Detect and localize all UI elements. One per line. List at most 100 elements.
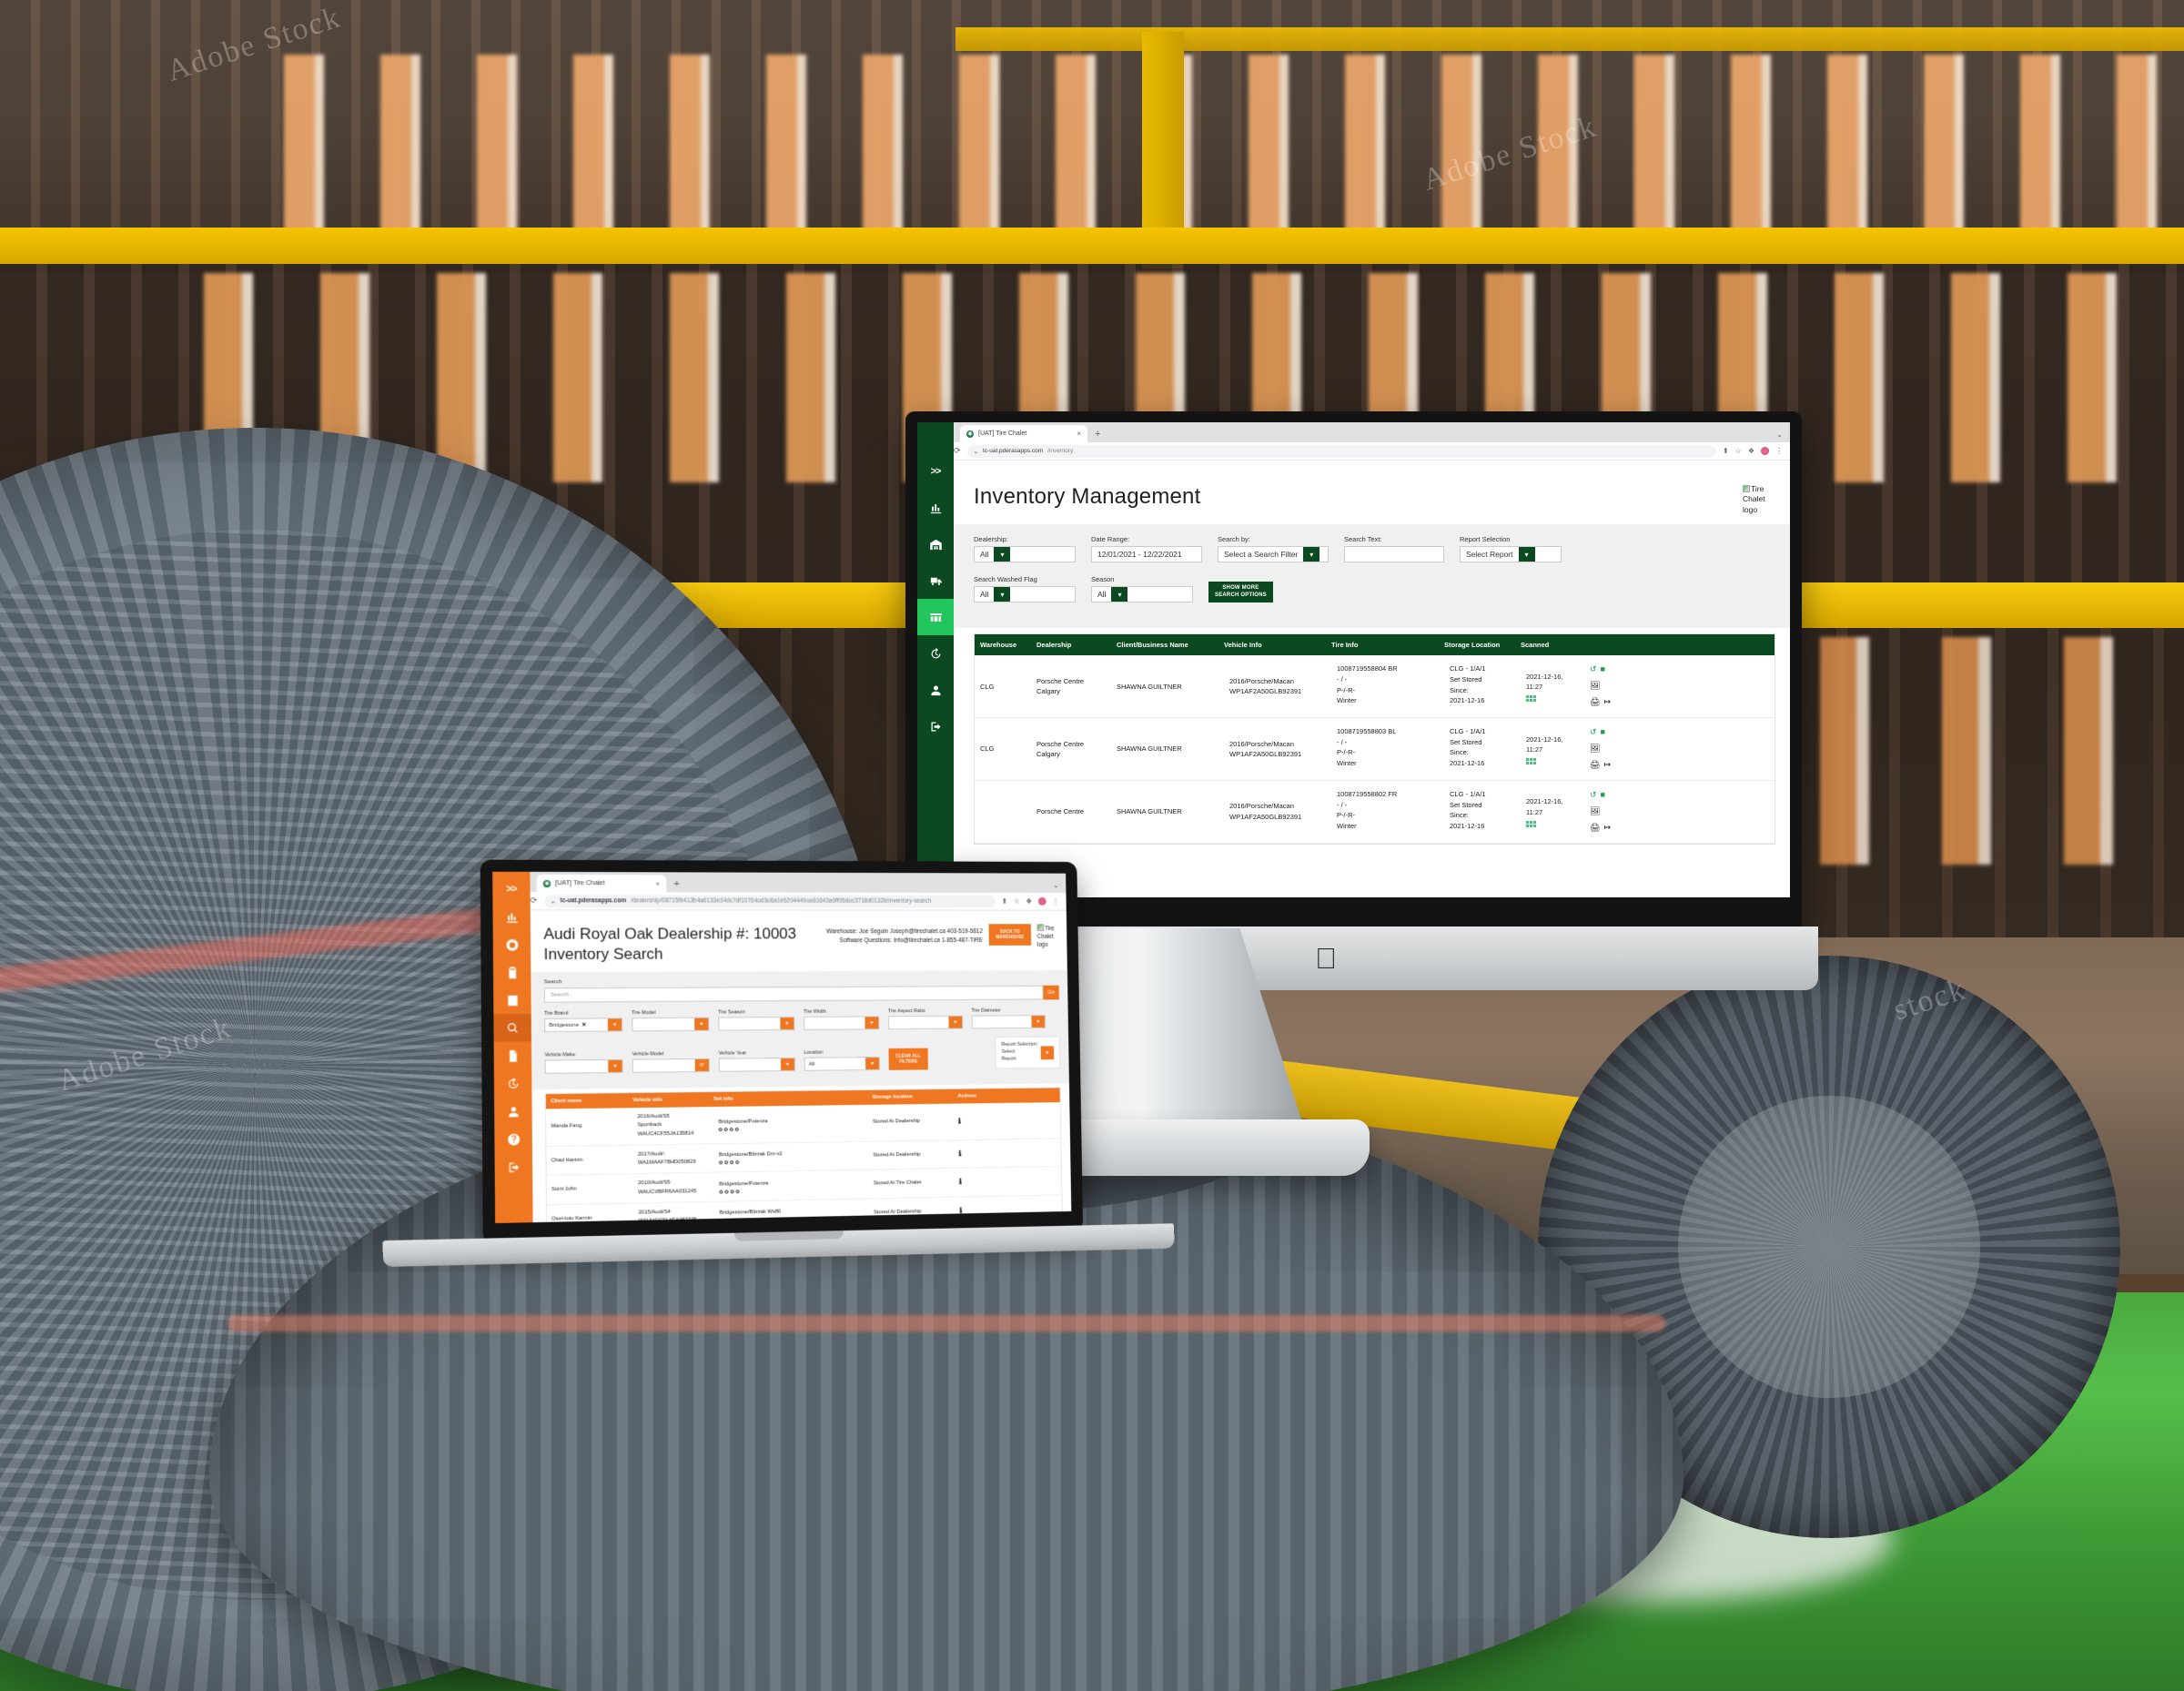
url-input[interactable]: ⌄ tc-uat.pderasapps.com/dealership/08715…: [544, 895, 996, 907]
note-icon[interactable]: ■: [1601, 726, 1605, 739]
sidebar-item-history[interactable]: [917, 635, 954, 672]
chevron-down-icon[interactable]: ▾: [780, 1018, 794, 1029]
print-icon[interactable]: 🖨: [1590, 822, 1600, 835]
chevron-down-icon[interactable]: ▾: [948, 1017, 962, 1028]
sidebar-item-logout[interactable]: [917, 708, 954, 744]
extensions-icon[interactable]: ❖: [1026, 897, 1032, 906]
browser-menu-icon[interactable]: ⋮: [1775, 447, 1783, 455]
info-icon[interactable]: ℹ: [958, 1149, 961, 1158]
chevron-down-icon[interactable]: ▾: [1303, 547, 1320, 562]
sidebar-item-garage[interactable]: [917, 526, 954, 562]
search-text-input[interactable]: [1344, 546, 1444, 562]
sidebar-item-tire[interactable]: [493, 931, 531, 959]
reload-icon[interactable]: ⟳: [531, 896, 538, 906]
avatar[interactable]: [1038, 897, 1046, 906]
browser-menu-icon[interactable]: ⋮: [1052, 897, 1059, 906]
info-icon[interactable]: ℹ: [959, 1206, 962, 1214]
share-icon[interactable]: ⬆: [1001, 897, 1007, 906]
browser-tab[interactable]: ◉ [UAT] Tire Chalet ×: [960, 425, 1087, 442]
history-icon[interactable]: ↺: [1590, 663, 1597, 676]
checkout-icon[interactable]: ↦: [1603, 696, 1611, 709]
info-icon[interactable]: ℹ: [958, 1117, 961, 1125]
sidebar-item-document[interactable]: [494, 1041, 532, 1069]
chevron-down-icon[interactable]: ▾: [1519, 547, 1535, 562]
chevron-down-icon[interactable]: ▾: [994, 587, 1010, 602]
sidebar-item-truck[interactable]: [917, 562, 954, 599]
chevron-down-icon[interactable]: ▾: [608, 1060, 622, 1072]
table-row[interactable]: Porsche Centre SHAWNA GUILTNER 2016/Pors…: [975, 781, 1774, 844]
location-select[interactable]: All ▾: [804, 1057, 880, 1071]
tire-model-select[interactable]: ▾: [632, 1018, 709, 1032]
sidebar-item-history[interactable]: [494, 1069, 532, 1098]
sidebar-item-expand[interactable]: >>: [917, 453, 954, 490]
sidebar-item-dashboard[interactable]: [492, 903, 531, 930]
date-range-input[interactable]: 12/01/2021 - 12/22/2021: [1091, 546, 1202, 562]
url-input[interactable]: ⌄ tc-uat.pderasapps.com/inventory: [967, 445, 1716, 458]
chevron-down-icon[interactable]: ▾: [781, 1058, 794, 1070]
close-tab-button[interactable]: ×: [1077, 430, 1081, 438]
sidebar-item-clipboard[interactable]: [493, 958, 531, 987]
back-to-warehouse-button[interactable]: BACK TO WAREHOUSE: [989, 924, 1032, 946]
history-icon[interactable]: ↺: [1590, 789, 1597, 802]
sidebar-item-user[interactable]: [917, 672, 954, 708]
tire-season-select[interactable]: ▾: [718, 1017, 794, 1031]
sidebar-item-inventory[interactable]: [917, 599, 954, 635]
dealership-select[interactable]: All ▾: [974, 546, 1076, 562]
note-icon[interactable]: ■: [1601, 789, 1605, 802]
note-icon[interactable]: ■: [1601, 663, 1605, 676]
browser-tab[interactable]: ◉ [UAT] Tire Chalet ×: [537, 875, 667, 892]
tab-list-caret-icon[interactable]: ⌄: [1769, 430, 1790, 442]
new-tab-button[interactable]: +: [666, 878, 687, 892]
table-row[interactable]: CLG Porsche Centre Calgary SHAWNA GUILTN…: [975, 718, 1774, 781]
image-icon[interactable]: 🖼: [1590, 805, 1600, 818]
washed-flag-select[interactable]: All ▾: [974, 586, 1076, 602]
new-tab-button[interactable]: +: [1087, 429, 1107, 442]
search-by-select[interactable]: Select a Search Filter ▾: [1218, 546, 1329, 562]
show-more-search-options-button[interactable]: SHOW MORE SEARCH OPTIONS: [1208, 582, 1273, 602]
vehicle-year-select[interactable]: ▾: [719, 1058, 795, 1072]
sidebar-item-logout[interactable]: [495, 1153, 533, 1181]
image-icon[interactable]: 🖼: [1590, 743, 1600, 755]
tire-diameter-select[interactable]: ▾: [972, 1015, 1046, 1028]
bookmark-star-icon[interactable]: ☆: [1014, 897, 1020, 906]
sidebar-item-tasks[interactable]: [493, 986, 531, 1014]
vehicle-make-select[interactable]: ▾: [545, 1059, 623, 1074]
tire-width-select[interactable]: ▾: [804, 1017, 879, 1031]
clear-all-filters-button[interactable]: CLEAR ALL FILTERS: [888, 1048, 927, 1070]
tire-aspect-ratio-select[interactable]: ▾: [888, 1016, 963, 1029]
season-select[interactable]: All ▾: [1091, 586, 1193, 602]
chevron-down-icon[interactable]: ▾: [864, 1018, 878, 1029]
report-selection-card[interactable]: Report Selection Select Report ▾: [996, 1037, 1061, 1069]
sidebar-item-expand[interactable]: >>: [492, 876, 530, 903]
close-tab-button[interactable]: ×: [655, 879, 660, 887]
info-icon[interactable]: ℹ: [959, 1178, 962, 1186]
share-icon[interactable]: ⬆: [1723, 447, 1729, 455]
checkout-icon[interactable]: ↦: [1603, 759, 1611, 772]
chevron-down-icon[interactable]: ▾: [1111, 587, 1127, 602]
extensions-icon[interactable]: ❖: [1748, 447, 1754, 455]
chevron-down-icon[interactable]: ▾: [865, 1058, 879, 1069]
tire-brand-select[interactable]: Bridgestone ✕ ▾: [544, 1018, 622, 1032]
sidebar-item-search[interactable]: [493, 1014, 531, 1042]
bookmark-star-icon[interactable]: ☆: [1735, 447, 1742, 455]
print-icon[interactable]: 🖨: [1590, 696, 1600, 709]
clear-icon[interactable]: ✕: [581, 1022, 586, 1028]
chevron-down-icon[interactable]: ▾: [1031, 1016, 1045, 1028]
reload-icon[interactable]: ⟳: [954, 446, 961, 456]
image-icon[interactable]: 🖼: [1590, 680, 1600, 693]
chevron-down-icon[interactable]: ▾: [1041, 1046, 1055, 1059]
chevron-down-icon[interactable]: ▾: [608, 1019, 622, 1031]
vehicle-model-select[interactable]: ⟳: [632, 1058, 710, 1073]
loading-spinner-icon[interactable]: ⟳: [695, 1059, 709, 1071]
table-row[interactable]: CLG Porsche Centre Calgary SHAWNA GUILTN…: [975, 655, 1774, 718]
report-selection-select[interactable]: Select Report ▾: [1460, 546, 1562, 562]
search-input[interactable]: Search ..: [544, 986, 1044, 1003]
checkout-icon[interactable]: ↦: [1603, 822, 1611, 835]
tab-list-caret-icon[interactable]: ⌄: [1046, 881, 1067, 893]
sidebar-item-dashboard[interactable]: [917, 490, 954, 526]
chevron-down-icon[interactable]: ▾: [694, 1018, 708, 1030]
print-icon[interactable]: 🖨: [1590, 759, 1600, 772]
sidebar-item-help[interactable]: [494, 1125, 532, 1153]
sidebar-item-user[interactable]: [494, 1097, 532, 1125]
avatar[interactable]: [1761, 447, 1769, 455]
